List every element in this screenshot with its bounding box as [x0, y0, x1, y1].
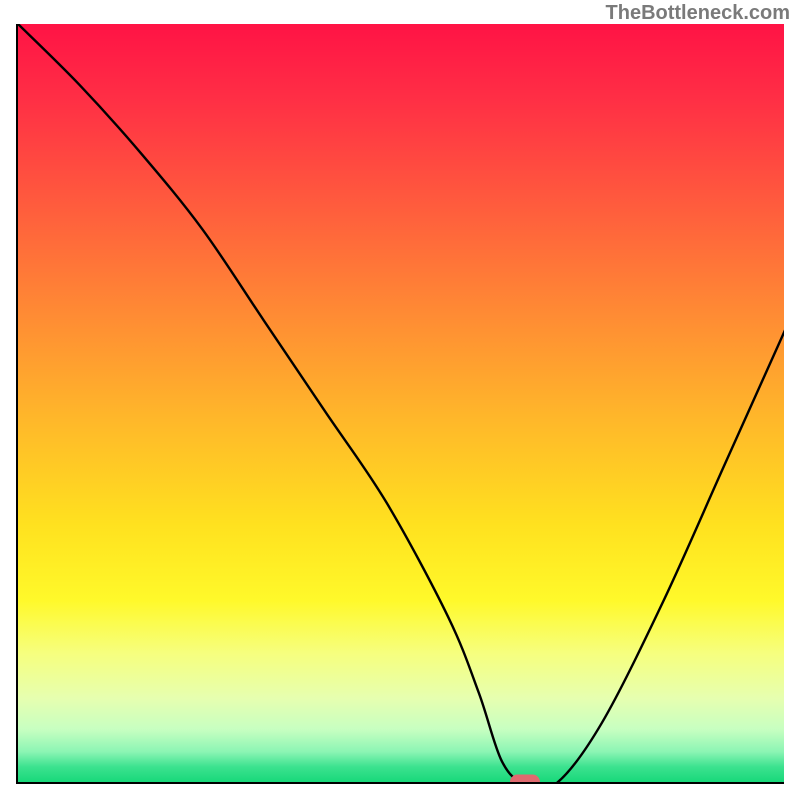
optimal-point-marker: [510, 775, 540, 784]
watermark-text: TheBottleneck.com: [606, 2, 790, 25]
plot-area: [16, 24, 784, 784]
heat-gradient: [18, 24, 784, 782]
chart-frame: TheBottleneck.com: [0, 0, 800, 800]
